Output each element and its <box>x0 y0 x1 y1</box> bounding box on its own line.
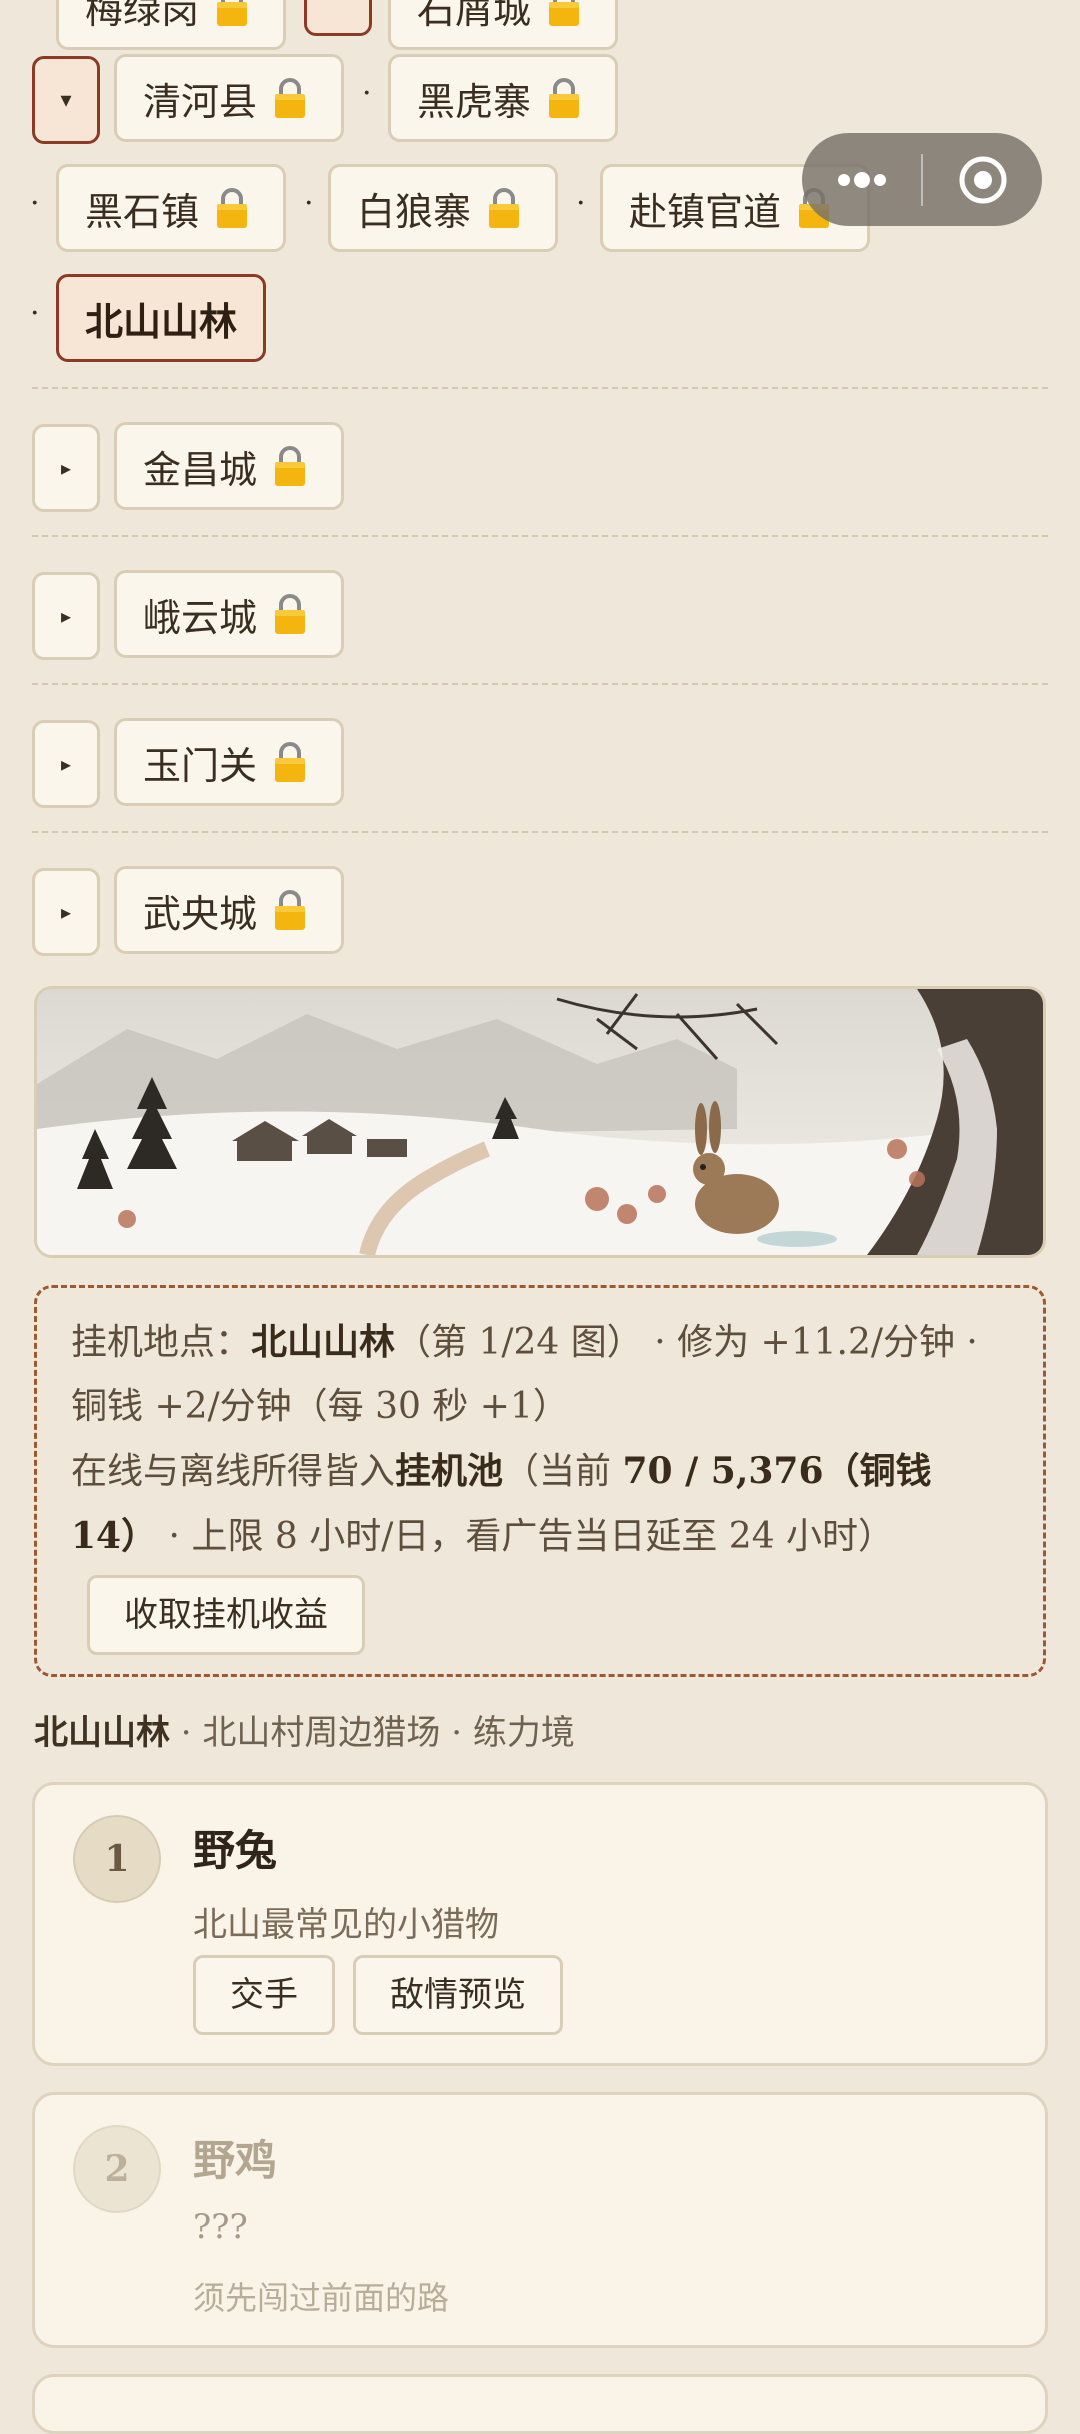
group-toggle-expanded[interactable]: ▾ <box>32 56 100 144</box>
idle-pool-open: （当前 <box>503 1451 623 1492</box>
separator-dot: · <box>30 296 40 331</box>
enemy-card: 1 野兔 北山最常见的小猎物 交手 敌情预览 <box>32 1782 1048 2066</box>
map-chip-label: 黑石镇 <box>85 189 200 234</box>
lock-icon <box>215 187 249 229</box>
map-chip-label: 清河县 <box>143 79 258 124</box>
lock-icon <box>273 593 307 635</box>
map-chip-label: 赴镇官道 <box>629 189 782 234</box>
group-toggle-eyun[interactable]: ▸ <box>32 572 100 660</box>
map-chip-heishi[interactable]: 黑石镇 <box>56 164 286 252</box>
chevron-right-icon: ▸ <box>60 900 72 924</box>
map-chip-label: 石屑城 <box>417 0 532 32</box>
map-chip-partial-2[interactable]: 石屑城 <box>388 0 618 50</box>
close-button[interactable] <box>923 133 1042 226</box>
separator-dot: · <box>362 76 372 111</box>
map-chip-qinghe[interactable]: 清河县 <box>114 54 344 142</box>
lock-icon <box>273 889 307 931</box>
snowy-mountain-rabbit-painting <box>37 989 1043 1255</box>
lock-icon <box>547 77 581 119</box>
group-divider <box>32 831 1048 833</box>
group-toggle-yumen[interactable]: ▸ <box>32 720 100 808</box>
group-toggle-wuyang[interactable]: ▸ <box>32 868 100 956</box>
map-chip-beishan-current[interactable]: 北山山林 <box>56 274 266 362</box>
group-divider <box>32 683 1048 685</box>
lock-icon <box>215 0 249 27</box>
lock-icon <box>273 445 307 487</box>
enemy-name: 野鸡 <box>193 2136 278 2185</box>
map-chip-label: 梅绿岗 <box>85 0 200 32</box>
target-circle-icon <box>959 156 1006 203</box>
region-info: 北山山林 · 北山村周边猎场 · 练力境 <box>34 1705 575 1754</box>
separator-dot: · <box>304 186 314 221</box>
mini-program-capsule <box>802 133 1042 226</box>
idle-pool-label: 挂机池 <box>395 1450 504 1492</box>
chevron-right-icon: ▸ <box>60 752 72 776</box>
enemy-description: 北山最常见的小猎物 <box>193 1905 499 1945</box>
map-chip-wuyang[interactable]: 武央城 <box>114 866 344 954</box>
map-chip-label: 北山山林 <box>85 298 238 344</box>
map-chip-partial-1[interactable]: 梅绿岗 <box>56 0 286 50</box>
idle-location: 北山山林 <box>251 1321 396 1363</box>
group-divider <box>32 535 1048 537</box>
idle-pool-prefix: 在线与离线所得皆入 <box>71 1451 396 1492</box>
idle-info-box: 挂机地点：北山山林（第 1/24 图） · 修为 +11.2/分钟 · 铜钱 +… <box>34 1285 1046 1677</box>
enemy-preview-button[interactable]: 敌情预览 <box>353 1955 563 2035</box>
region-name: 北山山林 <box>34 1713 170 1753</box>
map-chip-label: 峨云城 <box>143 595 258 640</box>
map-chip-label: 玉门关 <box>143 743 258 788</box>
map-chip-label: 武央城 <box>143 891 258 936</box>
enemy-card-locked: 2 野鸡 ??? 须先闯过前面的路 <box>32 2092 1048 2348</box>
claim-idle-rewards-button[interactable]: 收取挂机收益 <box>87 1575 365 1655</box>
region-details: · 北山村周边猎场 · 练力境 <box>170 1713 575 1753</box>
group-toggle-partial[interactable] <box>304 0 372 36</box>
fight-button[interactable]: 交手 <box>193 1955 335 2035</box>
enemy-lock-message: 须先闯过前面的路 <box>193 2279 450 2317</box>
lock-icon <box>273 77 307 119</box>
separator-dot: · <box>30 186 40 221</box>
more-dots-icon <box>837 171 886 188</box>
chevron-down-icon: ▾ <box>60 87 72 113</box>
group-toggle-jinchang[interactable]: ▸ <box>32 424 100 512</box>
lock-icon <box>547 0 581 27</box>
group-divider <box>32 387 1048 389</box>
map-chip-label: 金昌城 <box>143 447 258 492</box>
map-chip-jinchang[interactable]: 金昌城 <box>114 422 344 510</box>
map-chip-heihu[interactable]: 黑虎寨 <box>388 54 618 142</box>
separator-dot: · <box>576 186 586 221</box>
map-chip-label: 白狼寨 <box>357 189 472 234</box>
map-chip-yumen[interactable]: 玉门关 <box>114 718 344 806</box>
enemy-name: 野兔 <box>193 1826 278 1875</box>
map-chip-eyun[interactable]: 峨云城 <box>114 570 344 658</box>
lock-icon <box>273 741 307 783</box>
enemy-index-badge: 2 <box>73 2125 161 2213</box>
map-chip-label: 黑虎寨 <box>417 79 532 124</box>
chevron-right-icon: ▸ <box>60 604 72 628</box>
enemy-index-badge: 1 <box>73 1815 161 1903</box>
enemy-card-partial <box>32 2374 1048 2434</box>
idle-map-index: （第 1/24 图） <box>395 1322 643 1363</box>
enemy-description: ??? <box>193 2207 248 2247</box>
idle-pool-suffix: · 上限 8 小时/日，看广告当日延至 24 小时） <box>157 1516 895 1557</box>
more-button[interactable] <box>802 133 921 226</box>
chevron-right-icon: ▸ <box>60 456 72 480</box>
idle-prefix: 挂机地点： <box>71 1322 252 1363</box>
scene-painting <box>34 986 1046 1258</box>
lock-icon <box>487 187 521 229</box>
map-chip-bailang[interactable]: 白狼寨 <box>328 164 558 252</box>
